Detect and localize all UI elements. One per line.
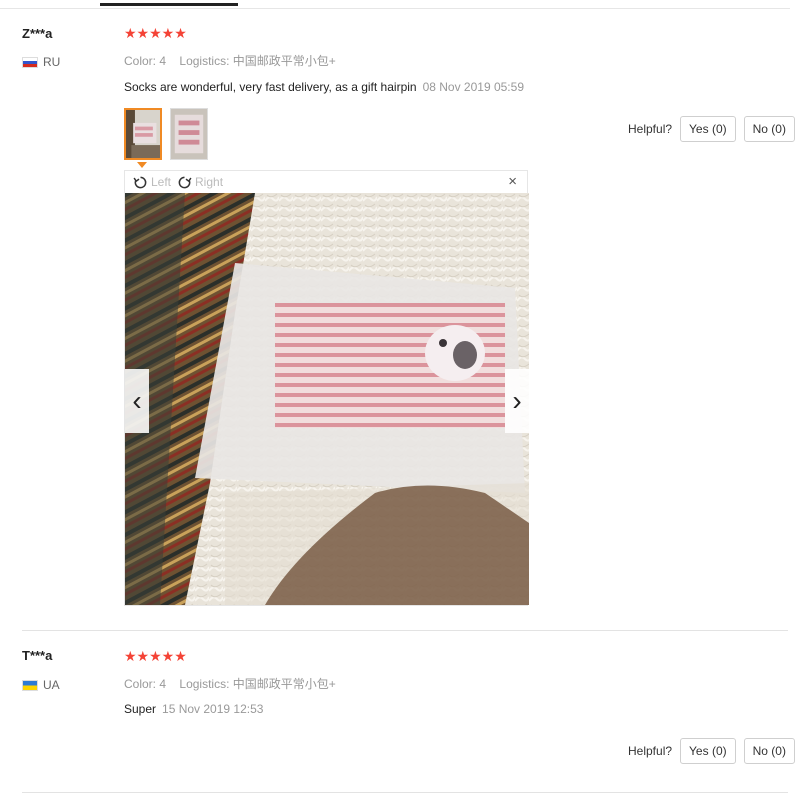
review-date: 15 Nov 2019 12:53 bbox=[162, 702, 264, 716]
review-date: 08 Nov 2019 05:59 bbox=[422, 80, 524, 94]
photo-thumbnails bbox=[124, 108, 208, 160]
helpful-yes-button[interactable]: Yes (0) bbox=[680, 738, 736, 764]
thumbnail-pointer bbox=[137, 162, 147, 168]
color-label: Color: bbox=[124, 677, 157, 691]
review-divider bbox=[22, 630, 788, 631]
helpful-no-button[interactable]: No (0) bbox=[743, 738, 795, 764]
review-body: Socks are wonderful, very fast delivery,… bbox=[124, 80, 417, 94]
photo-thumbnail-2[interactable] bbox=[170, 108, 208, 160]
flag-ua-icon bbox=[22, 679, 38, 691]
viewer-next-button[interactable]: › bbox=[505, 369, 529, 433]
photo-thumbnail-1[interactable] bbox=[124, 108, 162, 160]
reviewer-country: RU bbox=[22, 55, 60, 69]
logistics-value: 中国邮政平常小包+ bbox=[232, 677, 336, 691]
helpful-yes-button[interactable]: Yes (0) bbox=[680, 116, 736, 142]
review-text: Super 15 Nov 2019 12:53 bbox=[124, 702, 263, 716]
review-divider bbox=[22, 792, 788, 793]
helpful-no-button[interactable]: No (0) bbox=[743, 116, 795, 142]
review-body: Super bbox=[124, 702, 157, 716]
helpful-label: Helpful? bbox=[628, 744, 673, 758]
rotate-right-label: Right bbox=[195, 175, 224, 189]
helpful-group: Helpful? Yes (0) No (0) bbox=[628, 738, 795, 764]
active-tab-indicator bbox=[100, 3, 238, 6]
color-value: 4 bbox=[159, 54, 167, 68]
country-code: RU bbox=[43, 55, 61, 69]
review-photo: ‹ › bbox=[125, 193, 529, 605]
logistics-label: Logistics: bbox=[179, 54, 230, 68]
reviewer-name: Z***a bbox=[22, 26, 53, 41]
rating-stars: ★★★★★ bbox=[124, 648, 187, 664]
logistics-value: 中国邮政平常小包+ bbox=[232, 54, 336, 68]
helpful-label: Helpful? bbox=[628, 122, 673, 136]
viewer-close-button[interactable]: × bbox=[508, 173, 517, 190]
viewer-prev-button[interactable]: ‹ bbox=[125, 369, 149, 433]
rotate-right-button[interactable]: Right bbox=[177, 175, 223, 190]
color-label: Color: bbox=[124, 54, 157, 68]
rotate-right-icon bbox=[178, 176, 192, 188]
logistics-label: Logistics: bbox=[179, 677, 230, 691]
flag-ru-icon bbox=[22, 56, 38, 68]
viewer-toolbar: Left Right × bbox=[125, 171, 527, 193]
review-text: Socks are wonderful, very fast delivery,… bbox=[124, 80, 524, 94]
rotate-left-icon bbox=[133, 176, 147, 188]
color-value: 4 bbox=[159, 677, 167, 691]
review-meta: Color: 4 Logistics: 中国邮政平常小包+ bbox=[124, 52, 346, 69]
review-meta: Color: 4 Logistics: 中国邮政平常小包+ bbox=[124, 675, 346, 692]
reviewer-country: UA bbox=[22, 678, 60, 692]
rotate-left-button[interactable]: Left bbox=[133, 175, 171, 190]
rating-stars: ★★★★★ bbox=[124, 25, 187, 41]
photo-viewer: Left Right × ‹ › bbox=[124, 170, 529, 606]
top-divider bbox=[0, 8, 790, 9]
country-code: UA bbox=[43, 678, 60, 692]
reviewer-name: T***a bbox=[22, 648, 53, 663]
helpful-group: Helpful? Yes (0) No (0) bbox=[628, 116, 795, 142]
rotate-left-label: Left bbox=[151, 175, 172, 189]
